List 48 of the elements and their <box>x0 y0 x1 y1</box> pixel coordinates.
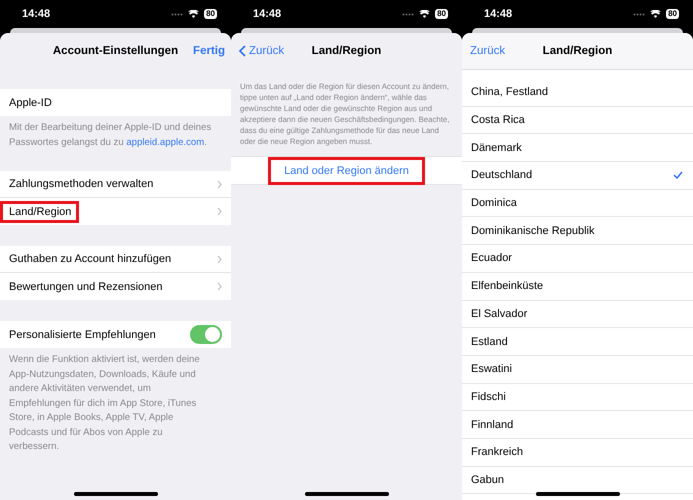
country-item[interactable]: Dominica <box>462 190 693 218</box>
signal-icon <box>633 12 646 16</box>
row-label: Personalisierte Empfehlungen <box>9 328 156 340</box>
chevron-left-icon <box>239 45 246 57</box>
row-label: Guthaben zu Account hinzufügen <box>9 253 172 265</box>
nav-title: Account-Einstellungen <box>52 45 178 57</box>
country-item[interactable]: Frankreich <box>462 438 693 467</box>
country-item[interactable]: Fidschi <box>462 384 693 412</box>
battery-level: 80 <box>666 9 679 19</box>
row-label: Apple-ID <box>9 96 52 108</box>
change-region-button[interactable]: Land oder Region ändern <box>271 160 422 182</box>
country-item[interactable]: Ecuador <box>462 245 693 273</box>
country-item[interactable]: Dänemark <box>462 134 693 162</box>
chevron-right-icon <box>217 254 222 264</box>
back-button[interactable]: Zurück <box>468 45 508 57</box>
status-time: 14:48 <box>253 8 282 20</box>
country-item[interactable]: Eswatini <box>462 356 693 384</box>
country-item[interactable]: Dominikanische Republik <box>462 217 693 246</box>
nav-title: Land/Region <box>542 45 612 57</box>
wifi-icon <box>650 10 662 18</box>
country-item[interactable]: Costa Rica <box>462 106 693 134</box>
row-label: Zahlungsmethoden verwalten <box>9 178 154 190</box>
chevron-right-icon <box>217 180 222 188</box>
country-item[interactable]: Finnland <box>462 411 693 439</box>
country-item[interactable]: Estland <box>462 328 693 356</box>
footer-text: Mit der Bearbeitung deiner Apple-ID und deines Passwortes gelangst du zu appleid.apple.com. <box>8 121 212 150</box>
footer-text: Wenn die Funktion aktiviert ist, werden deine App-Nutzungsdaten, Downloads, Käufe und andere Aktivitäten verwendet, um Empfehlungen für dich im App Store, iTunes Store, in Apple Books, Apple TV, Apple Podcasts und für Abos von Apple zu verbessern. <box>8 353 201 454</box>
signal-icon <box>171 12 184 16</box>
chevron-right-icon <box>217 282 222 291</box>
nav-title: Land/Region <box>312 45 382 57</box>
status-time: 14:48 <box>22 8 50 20</box>
wifi-icon <box>419 10 430 18</box>
signal-icon <box>402 12 414 16</box>
country-item[interactable]: China, Festland <box>462 79 693 107</box>
back-button[interactable]: Zurück <box>237 45 286 57</box>
wifi-icon <box>188 10 200 18</box>
chevron-right-icon <box>217 207 222 216</box>
battery-level: 80 <box>204 9 217 19</box>
status-time: 14:48 <box>484 8 512 20</box>
row-label: Land/Region <box>0 200 80 222</box>
country-item[interactable]: Deutschland <box>462 162 693 190</box>
country-item[interactable]: El Salvador <box>462 300 693 328</box>
country-item[interactable]: Elfenbeinküste <box>462 272 693 300</box>
row-label: Bewertungen und Rezensionen <box>9 280 163 292</box>
done-button[interactable]: Fertig <box>193 45 225 57</box>
battery-level: 80 <box>435 9 448 19</box>
toggle-switch[interactable] <box>190 325 222 344</box>
footer-link[interactable]: appleid.apple.com <box>126 136 204 148</box>
